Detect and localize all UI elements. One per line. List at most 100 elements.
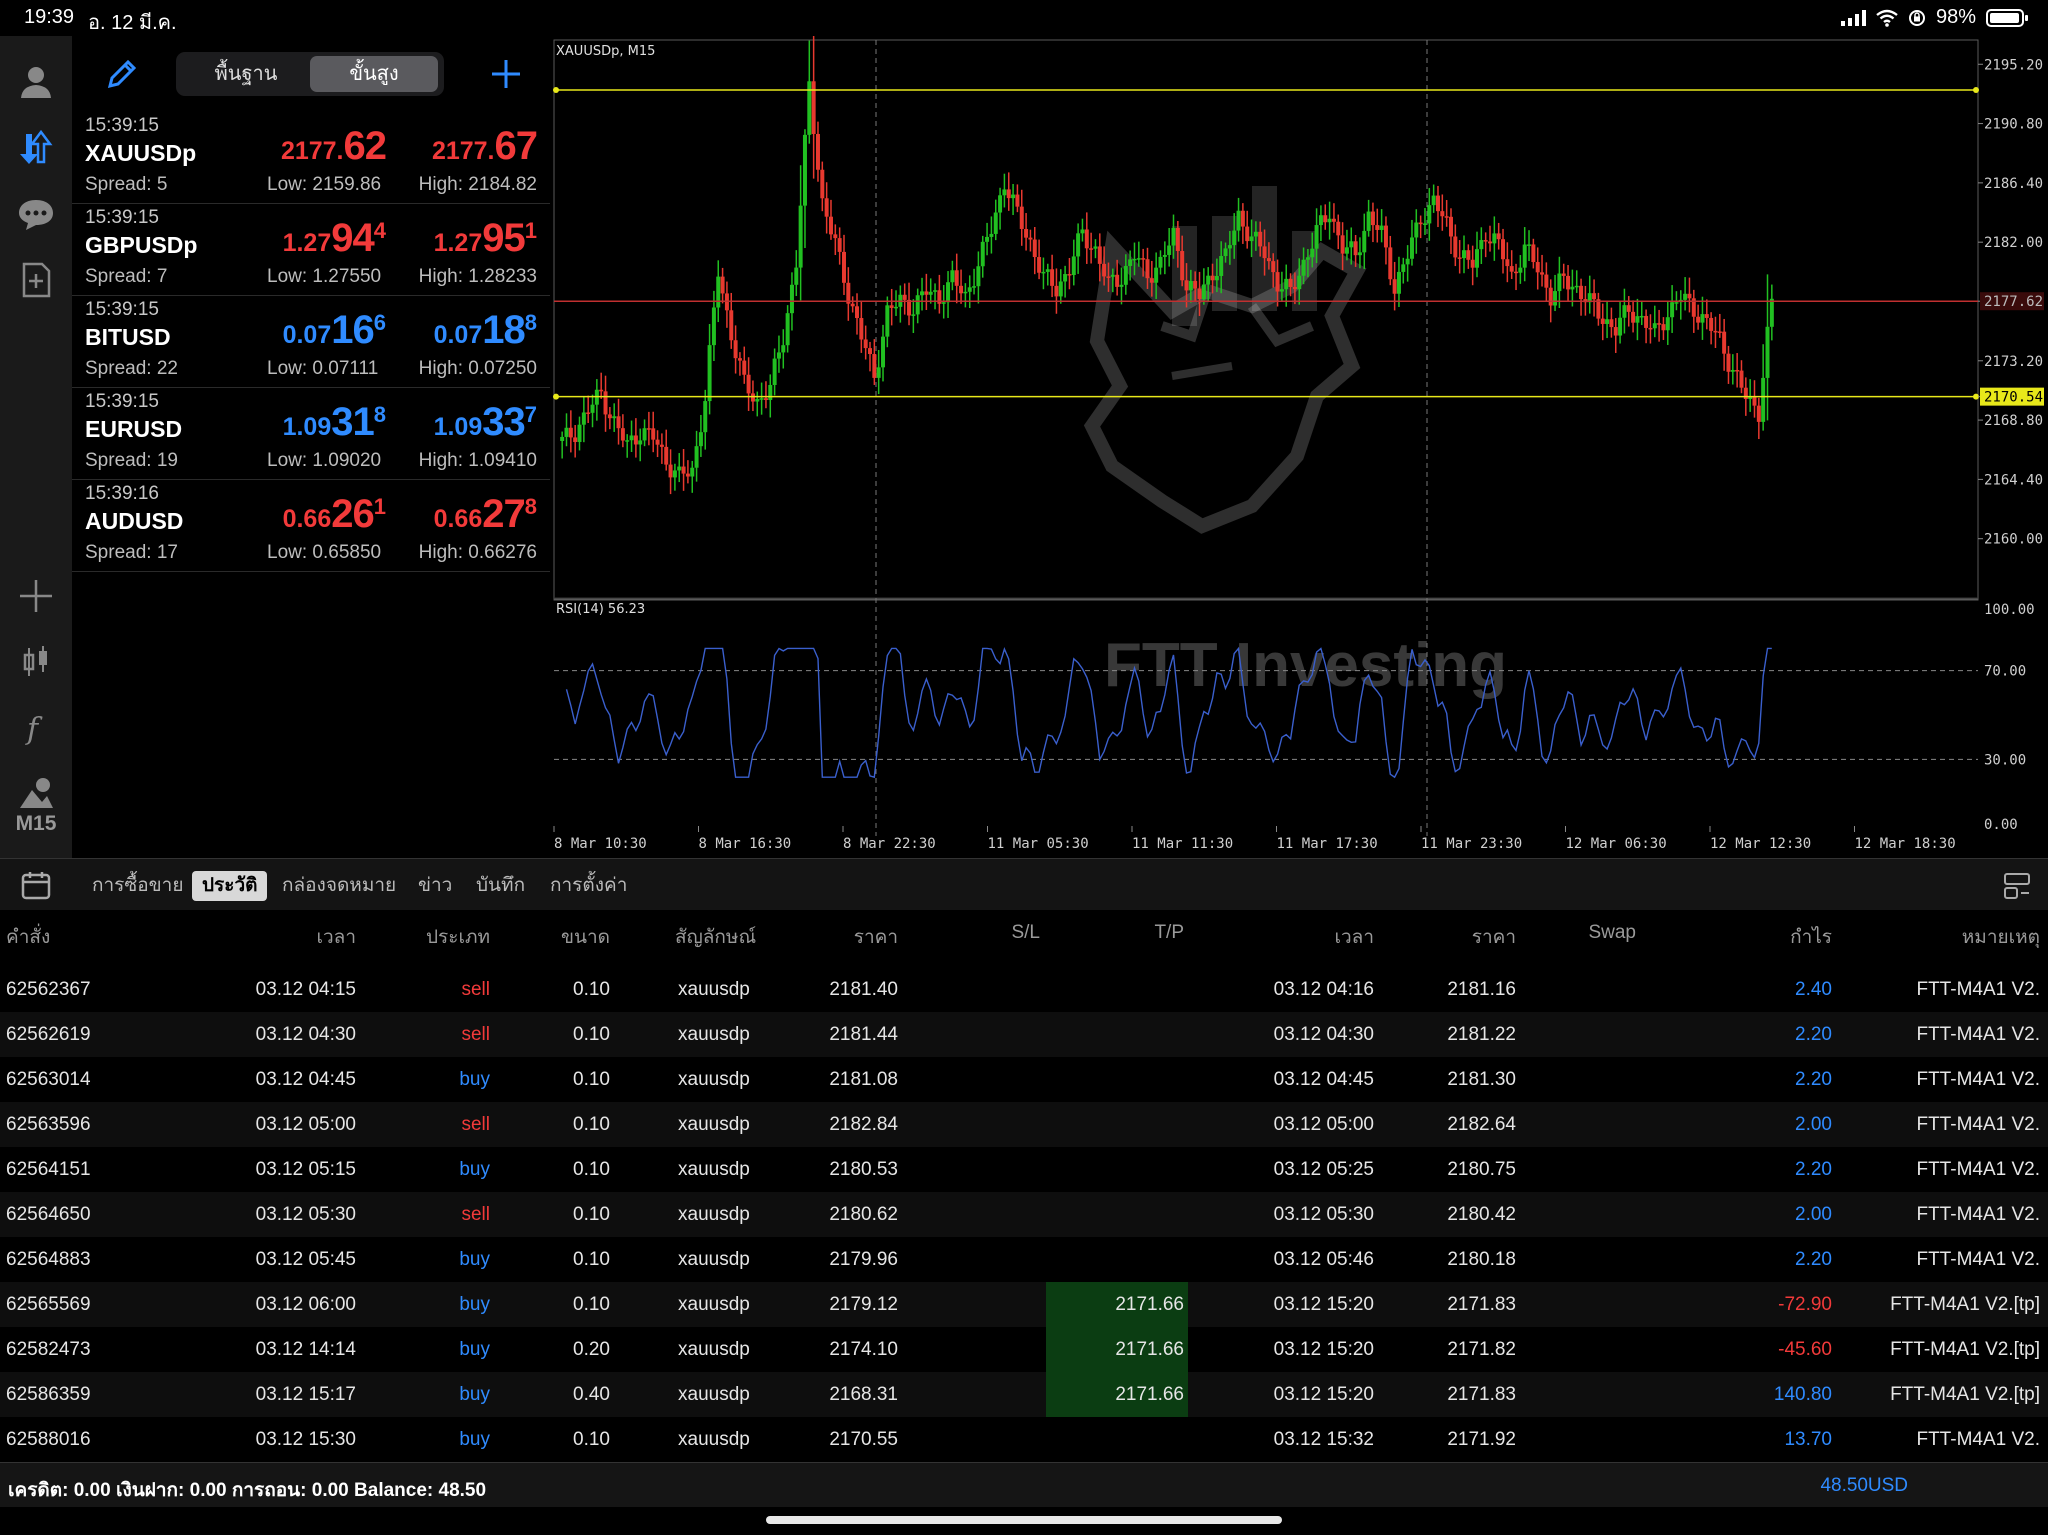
candle [1553, 274, 1558, 312]
tab-item[interactable]: การตั้งค่า [540, 871, 637, 901]
quotes-panel: พื้นฐาน ขั้นสูง 15:39:15 XAUUSDp Spread: 5… [72, 36, 550, 858]
candle [872, 339, 877, 385]
table-row[interactable]: 62563014 03.12 04:45 buy 0.10 xauusdp 2181.08… [0, 1057, 2048, 1102]
table-row[interactable]: 62562619 03.12 04:30 sell 0.10 xauusdp 2181.4… [0, 1012, 2048, 1057]
crosshair-button[interactable] [0, 566, 72, 626]
bid-price[interactable]: 1.09318 [283, 400, 386, 445]
candle [1444, 200, 1449, 227]
col-time[interactable]: เวลา [317, 922, 356, 952]
segment-basic[interactable]: พื้นฐาน [182, 56, 310, 92]
new-chart-button[interactable] [0, 250, 72, 310]
table-row[interactable]: 62586359 03.12 15:17 buy 0.40 xauusdp 2168.31… [0, 1372, 2048, 1417]
tab-item[interactable]: ประวัติ [192, 871, 268, 901]
tab-item[interactable]: ข่าว [408, 871, 462, 901]
bid-price[interactable]: 2177.62 [281, 124, 387, 169]
col-comment[interactable]: หมายเหตุ [1962, 922, 2040, 952]
table-row[interactable]: 62564883 03.12 05:45 buy 0.10 xauusdp 2179.96… [0, 1237, 2048, 1282]
col-type[interactable]: ประเภท [426, 922, 490, 952]
candle [1605, 301, 1610, 339]
tab-item[interactable]: กล่องจดหมาย [272, 871, 406, 901]
col-sl[interactable]: S/L [1011, 922, 1040, 944]
candle [1067, 257, 1072, 290]
chat-button[interactable] [0, 184, 72, 244]
table-row[interactable]: 62588016 03.12 15:30 buy 0.10 xauusdp 2170.55… [0, 1417, 2048, 1462]
quotes-header: พื้นฐาน ขั้นสูง [72, 36, 550, 112]
quote-symbol: GBPUSDp [85, 232, 198, 258]
col-volume[interactable]: ขนาด [561, 922, 610, 952]
cell-time: 03.12 04:45 [255, 1069, 356, 1090]
cell-volume: 0.40 [573, 1384, 610, 1405]
candle [815, 121, 820, 182]
tab-item[interactable]: การซื้อขาย [82, 871, 193, 901]
candle [1678, 290, 1683, 320]
time-tick-label: 8 Mar 10:30 [554, 836, 647, 852]
table-row[interactable]: 62562367 03.12 04:15 sell 0.10 xauusdp 2181.4… [0, 967, 2048, 1012]
level-handle-left[interactable] [553, 87, 559, 94]
rsi-line [565, 646, 1772, 779]
edit-icon[interactable] [102, 54, 142, 94]
tab-item[interactable]: บันทึก [466, 871, 535, 901]
quote-row[interactable]: 15:39:15 BITUSD Spread: 22 Low: 0.07111 High… [72, 296, 550, 388]
cell-profit: 2.20 [1795, 1024, 1832, 1045]
candle [841, 234, 846, 295]
indicators-button[interactable]: f [0, 698, 72, 758]
candle [599, 372, 604, 399]
quote-row[interactable]: 15:39:15 XAUUSDp Spread: 5 Low: 2159.86 High… [72, 112, 550, 204]
col-profit[interactable]: กำไร [1790, 922, 1832, 952]
timeframe-button[interactable]: M15 [0, 812, 72, 836]
chart-canvas[interactable]: FTT Investing 2195.20 2190.80 2186.40 2182.… [552, 36, 2048, 858]
col-swap[interactable]: Swap [1588, 922, 1636, 944]
ask-price[interactable]: 1.27951 [434, 216, 537, 261]
calendar-icon[interactable] [20, 869, 52, 901]
col-symbol[interactable]: สัญลักษณ์ [675, 922, 756, 952]
cell-volume: 0.10 [573, 1429, 610, 1450]
profile-button[interactable] [0, 52, 72, 112]
segment-advanced[interactable]: ขั้นสูง [310, 56, 438, 92]
level-handle-left[interactable] [553, 393, 559, 400]
ask-price[interactable]: 0.66278 [434, 492, 537, 537]
bid-price[interactable]: 1.27944 [283, 216, 386, 261]
account-summary-bar: เครดิต: 0.00 เงินฝาก: 0.00 การถอน: 0.00 … [0, 1462, 2048, 1507]
candle [950, 260, 955, 291]
layout-toggle-icon[interactable] [2002, 871, 2032, 901]
level-handle-right[interactable] [1973, 87, 1979, 94]
table-row[interactable]: 62564151 03.12 05:15 buy 0.10 xauusdp 2180.53… [0, 1147, 2048, 1192]
table-row[interactable]: 62565569 03.12 06:00 buy 0.10 xauusdp 2179.12… [0, 1282, 2048, 1327]
candle [894, 290, 899, 316]
quote-row[interactable]: 15:39:15 GBPUSDp Spread: 7 Low: 1.27550 High… [72, 204, 550, 296]
quote-time: 15:39:15 [85, 391, 159, 412]
ask-price[interactable]: 0.07188 [434, 308, 537, 353]
price-chart[interactable]: FTT Investing 2195.20 2190.80 2186.40 2182.… [552, 36, 2048, 858]
bid-price[interactable]: 0.07166 [283, 308, 386, 353]
col-price[interactable]: ราคา [854, 922, 898, 952]
cell-comment: FTT-M4A1 V2.[tp] [1890, 1384, 2040, 1405]
ask-price[interactable]: 1.09337 [434, 400, 537, 445]
trade-button[interactable] [0, 118, 72, 178]
balance-currency: USD [1867, 1475, 1908, 1496]
col-tp[interactable]: T/P [1154, 922, 1184, 944]
table-row[interactable]: 62563596 03.12 05:00 sell 0.10 xauusdp 2182.8… [0, 1102, 2048, 1147]
col-close-price[interactable]: ราคา [1472, 922, 1516, 952]
col-order[interactable]: คำสั่ง [6, 922, 50, 952]
home-indicator[interactable] [766, 1516, 1282, 1524]
candle [1600, 303, 1605, 341]
quote-row[interactable]: 15:39:16 AUDUSD Spread: 17 Low: 0.65850 High… [72, 480, 550, 572]
rotation-lock-icon [1908, 9, 1925, 26]
cell-price: 2180.53 [829, 1159, 898, 1180]
cell-order: 62564151 [6, 1159, 91, 1180]
ask-price[interactable]: 2177.67 [432, 124, 538, 169]
chart-type-button[interactable] [0, 632, 72, 692]
candle [1084, 212, 1089, 264]
bid-price[interactable]: 0.66261 [283, 492, 386, 537]
candle [1483, 232, 1488, 258]
add-symbol-icon[interactable] [484, 52, 528, 96]
candle [1765, 274, 1770, 421]
cell-time: 03.12 15:30 [255, 1429, 356, 1450]
trade-arrows-icon [20, 129, 53, 164]
table-row[interactable]: 62582473 03.12 14:14 buy 0.20 xauusdp 2174.10… [0, 1327, 2048, 1372]
cell-type: buy [459, 1249, 490, 1270]
col-close-time[interactable]: เวลา [1335, 922, 1374, 952]
quote-row[interactable]: 15:39:15 EURUSD Spread: 19 Low: 1.09020 High… [72, 388, 550, 480]
table-row[interactable]: 62564650 03.12 05:30 sell 0.10 xauusdp 2180.6… [0, 1192, 2048, 1237]
candle [616, 398, 621, 445]
